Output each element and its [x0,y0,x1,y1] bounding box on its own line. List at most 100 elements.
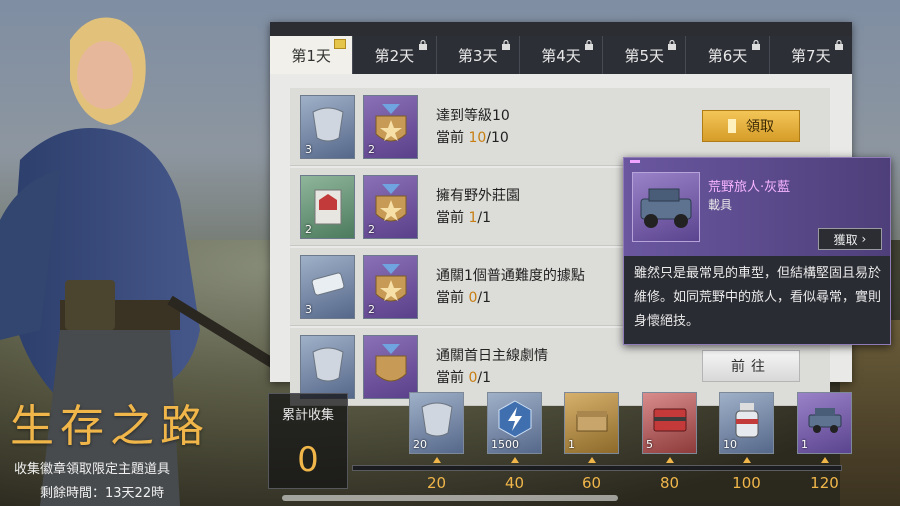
reward-item[interactable]: 2 [363,174,418,239]
jeep-icon [808,408,842,433]
item-description: 雖然只是最常見的車型，但結構堅固且易於維修。如同荒野中的旅人，看似尋常，實則身懷… [634,266,882,329]
tab-label: 第6天 [707,46,748,65]
jeep-icon [640,188,692,228]
remaining-time: 剩餘時間：13天22時 [40,486,165,501]
lock-icon [668,40,677,50]
milestone-threshold: 120 [810,474,839,492]
tab-day-4[interactable]: 第4天 [520,36,604,74]
task-text: 擁有野外莊園 當前 1/1 [436,185,520,229]
cumulative-value: 0 [297,440,319,480]
milestone-reward[interactable]: 1 [797,392,852,454]
reward-item[interactable]: 3 [300,94,355,159]
milestone-40[interactable]: 1500 40 [487,392,542,492]
tab-day-6[interactable]: 第6天 [686,36,770,74]
lock-icon [834,40,843,50]
ammo-box-icon [576,411,608,432]
task-row: 3 2 達到等級10 當前 10/10 領取 [290,88,830,166]
task-progress: 當前 0/1 [436,369,491,386]
milestone-threshold: 60 [581,474,602,492]
task-text: 達到等級10 當前 10/10 [436,105,510,149]
milestone-threshold: 100 [732,474,761,492]
milestone-60[interactable]: 1 60 [564,392,619,492]
tab-label: 第2天 [374,46,415,65]
armor-plate-icon [312,347,344,381]
reward-item[interactable] [300,334,355,399]
milestone-progress-track [352,465,842,471]
item-tooltip: 荒野旅人·灰藍 載具 獲取 › 雖然只是最常見的車型，但結構堅固且易於維修。如同… [623,157,891,345]
go-button[interactable]: 前往 [702,350,800,382]
crate-icon [653,408,687,432]
milestone-reward[interactable]: 1500 [487,392,542,454]
tab-label: 第1天 [291,46,331,65]
tab-day-2[interactable]: 第2天 [353,36,437,74]
milestone-threshold: 20 [426,474,447,492]
milestone-reward[interactable]: 5 [642,392,697,454]
reward-qty: 2 [368,302,375,316]
lock-icon [418,40,427,50]
task-progress: 當前 10/10 [436,129,509,146]
milestone-100[interactable]: 10 100 [719,392,774,492]
supply-bag-icon [314,189,342,224]
obtain-button[interactable]: 獲取 › [818,228,882,250]
event-title: 生存之路 [10,401,210,452]
bandage-icon [311,272,345,295]
cumulative-label: 累計收集 [281,408,334,423]
milestone-marker [510,457,519,463]
gift-icon [334,39,347,49]
claim-button[interactable]: 領取 [702,110,800,142]
milestone-marker [742,457,751,463]
milestone-threshold: 80 [659,474,680,492]
reward-qty: 3 [305,142,312,156]
milestone-reward[interactable]: 10 [719,392,774,454]
tab-day-3[interactable]: 第3天 [437,36,520,74]
milestone-marker [820,457,829,463]
lock-icon [585,40,594,50]
tab-label: 第4天 [541,46,581,65]
milestone-marker [665,457,674,463]
milestone-120[interactable]: 1 120 [797,392,852,492]
task-text: 通關首日主線劇情 當前 0/1 [436,345,548,389]
badge-icon [375,103,407,141]
milestone-80[interactable]: 5 80 [642,392,697,492]
tab-day-5[interactable]: 第5天 [603,36,687,74]
chevron-right-icon: › [857,232,867,246]
milestone-threshold: 40 [504,474,525,492]
task-title: 達到等級10 [436,107,510,124]
energy-icon [498,400,532,438]
ticket-icon [728,119,736,133]
event-subtitle: 收集徽章領取限定主題道具 [14,462,171,477]
armor-plate-icon [421,402,453,437]
badge-icon [375,183,407,221]
item-type: 載具 [708,198,733,212]
reward-item[interactable]: 2 [363,94,418,159]
reward-item[interactable]: 2 [300,174,355,239]
task-progress: 當前 0/1 [436,289,491,306]
tab-day-7[interactable]: 第7天 [770,36,852,74]
lock-icon [751,40,760,50]
task-title: 擁有野外莊園 [436,187,520,204]
reward-item[interactable]: 2 [363,254,418,319]
reward-qty: 2 [368,222,375,236]
grenade-icon [735,403,759,438]
task-progress: 當前 1/1 [436,209,491,226]
milestone-reward[interactable]: 20 [409,392,464,454]
reward-item[interactable]: 3 [300,254,355,319]
reward-qty: 2 [305,222,312,236]
home-indicator[interactable] [282,495,618,501]
milestone-20[interactable]: 20 20 [409,392,464,492]
tab-label: 第5天 [624,46,665,65]
rarity-accent [630,160,640,163]
reward-item[interactable] [363,334,418,399]
item-thumbnail [632,172,700,242]
item-name: 荒野旅人·灰藍 [708,180,791,195]
badge-icon [375,343,407,381]
task-title: 通關首日主線劇情 [436,347,548,364]
armor-plate-icon [312,107,344,141]
badge-icon [375,263,407,301]
tab-day-1[interactable]: 第1天 [270,36,354,74]
task-text: 通關1個普通難度的據點 當前 0/1 [436,265,585,309]
tab-label: 第7天 [791,46,831,65]
tab-label: 第3天 [457,46,498,65]
reward-qty: 3 [305,302,312,316]
milestone-reward[interactable]: 1 [564,392,619,454]
